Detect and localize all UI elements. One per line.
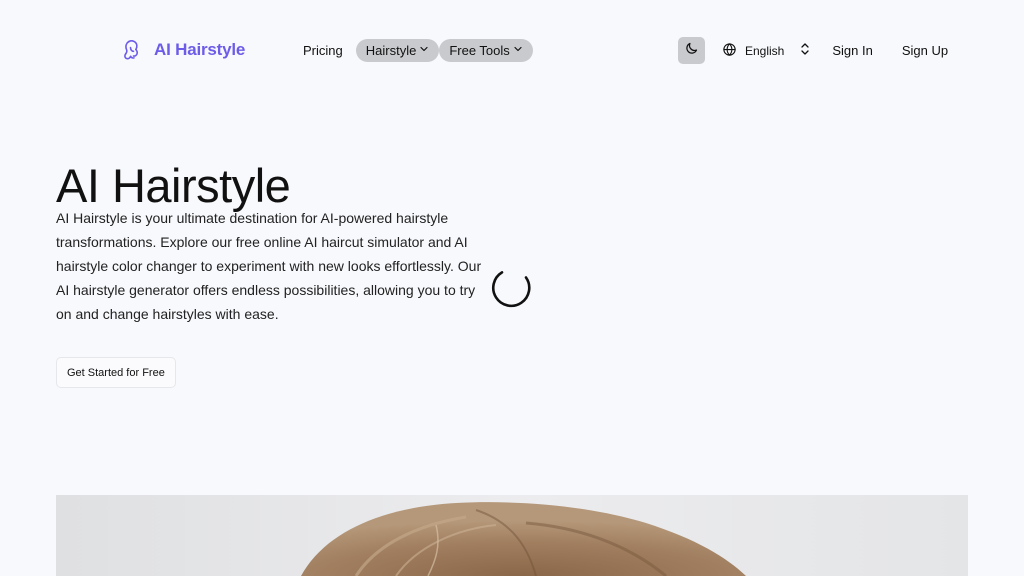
nav-hairstyle-dropdown[interactable]: Hairstyle: [355, 39, 440, 62]
loading-spinner-icon: [487, 264, 535, 317]
moon-icon: [684, 41, 699, 61]
brand-logo-link[interactable]: AI Hairstyle: [120, 38, 245, 62]
woman-head-icon: [120, 38, 144, 62]
language-label: English: [745, 43, 785, 58]
sign-in-link[interactable]: Sign In: [832, 43, 872, 58]
brand-name: AI Hairstyle: [154, 40, 246, 59]
nav-free-tools-dropdown[interactable]: Free Tools: [439, 39, 533, 62]
chevron-down-icon: [419, 46, 429, 54]
language-selector[interactable]: English: [722, 42, 810, 60]
page: AI Hairstyle Pricing Hairstyle Free Tool…: [0, 0, 1024, 576]
site-header: AI Hairstyle Pricing Hairstyle Free Tool…: [0, 0, 1024, 100]
hero-description: AI Hairstyle is your ultimate destinatio…: [56, 210, 482, 322]
main-nav: Pricing Hairstyle Free Tools: [298, 39, 533, 62]
chevron-down-icon: [513, 46, 523, 54]
globe-icon: [722, 42, 737, 60]
sign-up-link[interactable]: Sign Up: [902, 43, 948, 58]
theme-toggle-button[interactable]: [678, 37, 705, 64]
header-actions: English Sign In Sign Up: [678, 37, 948, 64]
get-started-button[interactable]: Get Started for Free: [56, 357, 176, 388]
chevron-updown-icon: [800, 42, 810, 59]
nav-pricing-link[interactable]: Pricing: [298, 43, 348, 58]
nav-free-tools-label: Free Tools: [449, 43, 510, 58]
hero-hairstyle-image: [56, 495, 968, 576]
nav-hairstyle-label: Hairstyle: [365, 43, 417, 58]
